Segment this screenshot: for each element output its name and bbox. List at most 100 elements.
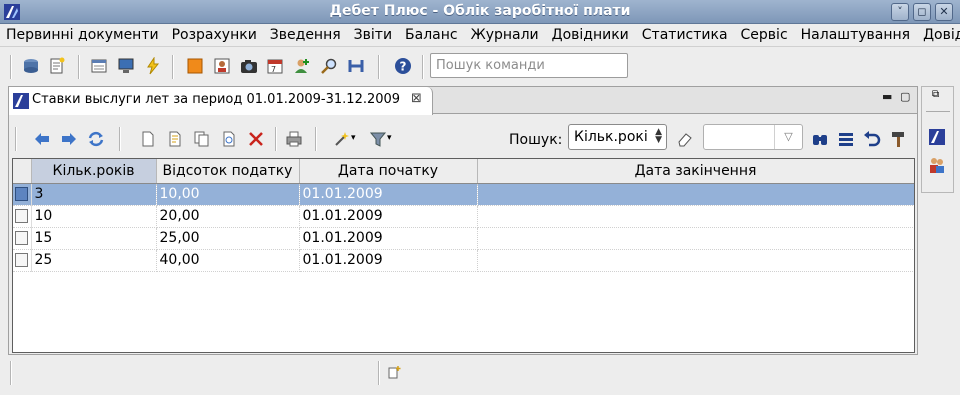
menu-calculations[interactable]: Розрахунки: [166, 24, 264, 46]
lightning-icon[interactable]: [144, 57, 162, 75]
close-tab-icon[interactable]: ⊠: [411, 91, 422, 106]
row-selector[interactable]: [13, 183, 32, 206]
undo-icon[interactable]: [863, 130, 881, 148]
column-header-years[interactable]: Кільк.років: [31, 159, 157, 184]
delete-icon[interactable]: [247, 130, 265, 148]
camera-icon[interactable]: [240, 57, 258, 75]
new-record-icon[interactable]: [139, 130, 157, 148]
help-icon[interactable]: ?: [394, 57, 412, 75]
app-logo-icon[interactable]: [929, 129, 945, 145]
row-checkbox[interactable]: [15, 209, 28, 223]
cell-percent[interactable]: 40,00: [156, 249, 300, 272]
tools-icon[interactable]: [347, 57, 365, 75]
minimize-view-icon[interactable]: ▬: [882, 90, 892, 103]
column-header-end-date[interactable]: Дата закінчення: [477, 159, 914, 184]
cell-end-date[interactable]: [477, 183, 914, 206]
menu-settings[interactable]: Налаштування: [795, 24, 917, 46]
register-icon[interactable]: [90, 57, 108, 75]
row-selector[interactable]: [13, 205, 32, 228]
menu-journals[interactable]: Журнали: [465, 24, 546, 46]
column-header-start-date[interactable]: Дата початку: [299, 159, 478, 184]
menu-balance[interactable]: Баланс: [399, 24, 465, 46]
table-row[interactable]: 3 10,00 01.01.2009: [13, 183, 914, 206]
menu-primary-documents[interactable]: Первинні документи: [0, 24, 166, 46]
print-icon[interactable]: [285, 130, 303, 148]
editor-panel: Ставки выслуги лет за период 01.01.2009-…: [8, 86, 918, 355]
users-icon[interactable]: [929, 157, 945, 173]
menu-service[interactable]: Сервіс: [735, 24, 795, 46]
menu-summary[interactable]: Зведення: [264, 24, 348, 46]
menu-statistics[interactable]: Статистика: [636, 24, 735, 46]
maximize-view-icon[interactable]: ▢: [900, 90, 910, 103]
cell-years[interactable]: 25: [31, 249, 157, 272]
status-separator: [378, 361, 380, 385]
svg-text:7: 7: [271, 65, 276, 74]
cell-years[interactable]: 15: [31, 227, 157, 250]
minimize-window-button[interactable]: ˅: [891, 3, 909, 21]
cell-start-date[interactable]: 01.01.2009: [299, 249, 478, 272]
maximize-window-button[interactable]: ◻: [913, 3, 931, 21]
add-user-icon[interactable]: [293, 57, 311, 75]
restore-view-icon[interactable]: ⧉: [932, 89, 939, 100]
eraser-icon[interactable]: [676, 130, 694, 148]
search-value-input[interactable]: ▽: [703, 124, 803, 150]
cell-years[interactable]: 3: [31, 183, 157, 206]
close-window-button[interactable]: ✕: [935, 3, 953, 21]
cell-start-date[interactable]: 01.01.2009: [299, 205, 478, 228]
cell-percent[interactable]: 25,00: [156, 227, 300, 250]
table-toolbar: ▾ ▾ Пошук: Кільк.рокі ▲ ▼ ▽: [13, 121, 915, 157]
orange-square-icon[interactable]: [186, 57, 204, 75]
tab-strip: Ставки выслуги лет за период 01.01.2009-…: [9, 87, 917, 115]
row-checkbox[interactable]: [15, 187, 28, 201]
filter-icon[interactable]: [369, 130, 387, 148]
search-icon[interactable]: [320, 57, 338, 75]
cell-percent[interactable]: 20,00: [156, 205, 300, 228]
table-row[interactable]: 15 25,00 01.01.2009: [13, 227, 914, 250]
new-window-icon[interactable]: [388, 365, 402, 379]
list-icon[interactable]: [837, 130, 855, 148]
database-icon[interactable]: [22, 57, 40, 75]
cell-percent[interactable]: 10,00: [156, 183, 300, 206]
menu-references[interactable]: Довідники: [546, 24, 636, 46]
chevron-down-icon[interactable]: ▾: [387, 133, 392, 143]
cell-end-date[interactable]: [477, 205, 914, 228]
row-selector[interactable]: [13, 249, 32, 272]
hammer-icon[interactable]: [889, 130, 907, 148]
menu-reports[interactable]: Звіти: [348, 24, 399, 46]
cell-end-date[interactable]: [477, 249, 914, 272]
cell-end-date[interactable]: [477, 227, 914, 250]
chevron-down-icon[interactable]: ▽: [774, 125, 802, 149]
refresh-icon[interactable]: [87, 130, 105, 148]
toolbar-separator: [315, 127, 317, 151]
search-field-select[interactable]: Кільк.рокі ▲ ▼: [568, 124, 667, 150]
copy-record-icon[interactable]: [193, 130, 211, 148]
table-row[interactable]: 10 20,00 01.01.2009: [13, 205, 914, 228]
table-row[interactable]: 25 40,00 01.01.2009: [13, 249, 914, 272]
column-header-percent[interactable]: Відсоток податку: [156, 159, 300, 184]
menu-help[interactable]: Довідка: [917, 24, 960, 46]
magic-wand-icon[interactable]: [333, 130, 351, 148]
employee-card-icon[interactable]: [213, 57, 231, 75]
cell-years[interactable]: 10: [31, 205, 157, 228]
new-document-icon[interactable]: [48, 57, 66, 75]
view-record-icon[interactable]: [220, 130, 238, 148]
edit-record-icon[interactable]: [166, 130, 184, 148]
monitor-icon[interactable]: [117, 57, 135, 75]
calendar-icon[interactable]: 7: [266, 57, 284, 75]
right-trim-panel: ⧉: [921, 86, 954, 193]
toolbar-separator: [172, 55, 174, 79]
app-logo-icon: [13, 93, 29, 109]
command-search-input[interactable]: Пошук команди: [430, 53, 628, 78]
binoculars-icon[interactable]: [811, 130, 829, 148]
tab-seniority-rates[interactable]: Ставки выслуги лет за период 01.01.2009-…: [9, 87, 433, 115]
chevron-down-icon[interactable]: ▾: [351, 133, 356, 143]
tab-title: Ставки выслуги лет за период 01.01.2009-…: [32, 92, 401, 107]
arrow-left-icon[interactable]: [33, 130, 51, 148]
cell-start-date[interactable]: 01.01.2009: [299, 183, 478, 206]
arrow-right-icon[interactable]: [60, 130, 78, 148]
row-selector[interactable]: [13, 227, 32, 250]
row-checkbox[interactable]: [15, 253, 28, 267]
toolbar-separator: [78, 55, 80, 79]
cell-start-date[interactable]: 01.01.2009: [299, 227, 478, 250]
row-checkbox[interactable]: [15, 231, 28, 245]
